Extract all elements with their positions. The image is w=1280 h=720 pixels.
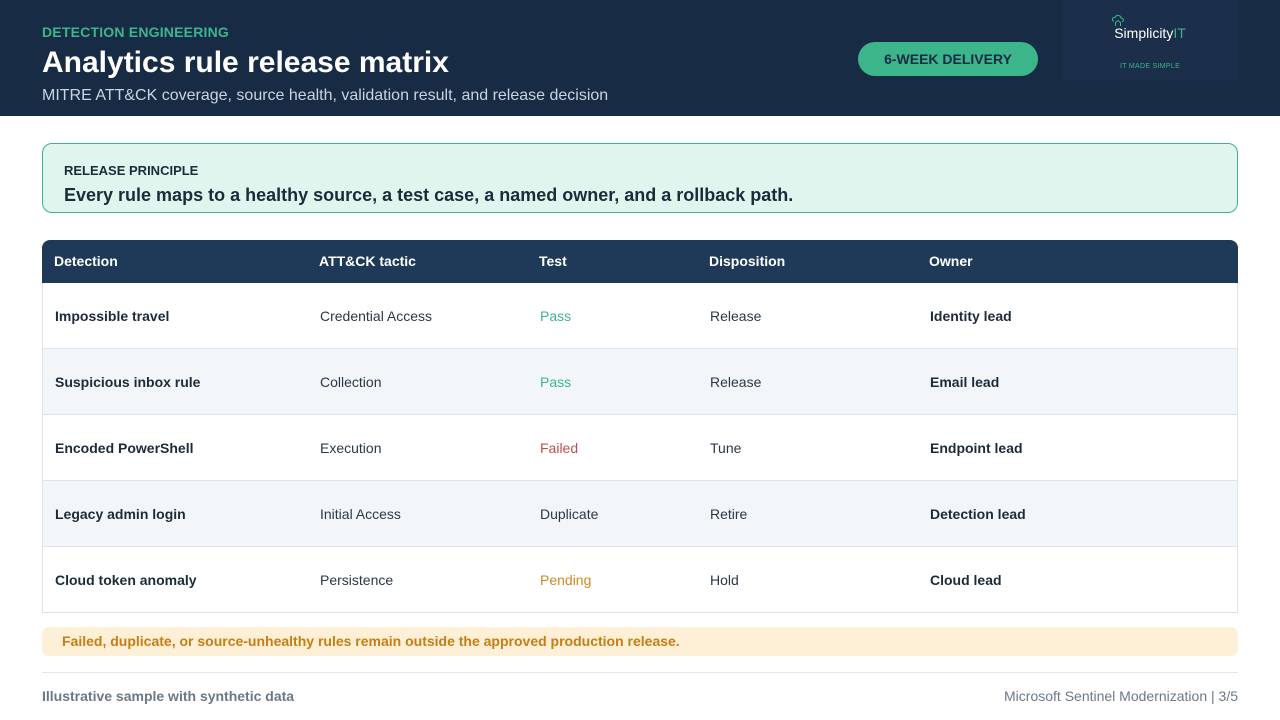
cell-owner: Email lead — [930, 374, 1000, 390]
delivery-badge: 6-WEEK DELIVERY — [858, 42, 1038, 76]
table-row: Legacy admin login Initial Access Duplic… — [42, 481, 1238, 547]
cell-owner: Identity lead — [930, 308, 1012, 324]
header-test: Test — [539, 253, 567, 269]
cell-test-status: Duplicate — [540, 506, 599, 522]
logo-tagline: IT MADE SIMPLE — [1119, 63, 1181, 70]
cell-tactic: Collection — [320, 374, 382, 390]
cell-detection: Encoded PowerShell — [55, 440, 194, 456]
header-detection: Detection — [54, 253, 118, 269]
footer-page-info: Microsoft Sentinel Modernization | 3/5 — [1004, 688, 1238, 704]
table-row: Impossible travel Credential Access Pass… — [42, 283, 1238, 349]
cell-detection: Legacy admin login — [55, 506, 186, 522]
cell-detection: Suspicious inbox rule — [55, 374, 201, 390]
page-title: Analytics rule release matrix — [42, 46, 449, 79]
cell-test-status: Pass — [540, 374, 572, 390]
logo-wordmark: SimplicityIT — [1114, 25, 1186, 41]
table-row: Cloud token anomaly Persistence Pending … — [42, 547, 1238, 613]
cell-disposition: Release — [710, 374, 762, 390]
warning-text: Failed, duplicate, or source-unhealthy r… — [62, 633, 680, 649]
release-warning-banner: Failed, duplicate, or source-unhealthy r… — [42, 627, 1238, 656]
cell-disposition: Retire — [710, 506, 748, 522]
principle-label: RELEASE PRINCIPLE — [64, 163, 199, 178]
header-owner: Owner — [929, 253, 973, 269]
cell-test-status: Failed — [540, 440, 579, 456]
cell-owner: Endpoint lead — [930, 440, 1023, 456]
footer-divider — [42, 672, 1238, 673]
cell-disposition: Release — [710, 308, 762, 324]
cell-disposition: Tune — [710, 440, 742, 456]
company-logo: SimplicityIT IT MADE SIMPLE — [1062, 0, 1238, 80]
section-eyebrow: DETECTION ENGINEERING — [42, 24, 229, 40]
cell-tactic: Initial Access — [320, 506, 401, 522]
header-tactic: ATT&CK tactic — [319, 253, 416, 269]
cell-tactic: Persistence — [320, 572, 394, 588]
table-row: Encoded PowerShell Execution Failed Tune… — [42, 415, 1238, 481]
cell-owner: Cloud lead — [930, 572, 1002, 588]
cell-disposition: Hold — [710, 572, 739, 588]
release-principle-callout: RELEASE PRINCIPLE Every rule maps to a h… — [42, 143, 1238, 213]
cell-tactic: Credential Access — [320, 308, 433, 324]
cell-owner: Detection lead — [930, 506, 1026, 522]
cell-detection: Cloud token anomaly — [55, 572, 197, 588]
principle-text: Every rule maps to a healthy source, a t… — [64, 185, 794, 205]
table-header: Detection ATT&CK tactic Test Disposition… — [42, 240, 1238, 283]
cell-test-status: Pass — [540, 308, 572, 324]
page-subtitle: MITRE ATT&CK coverage, source health, va… — [42, 87, 609, 104]
cell-detection: Impossible travel — [55, 308, 170, 324]
header-bar: DETECTION ENGINEERING Analytics rule rel… — [0, 0, 1280, 116]
header-disposition: Disposition — [709, 253, 786, 269]
table-row: Suspicious inbox rule Collection Pass Re… — [42, 349, 1238, 415]
cell-test-status: Pending — [540, 572, 592, 588]
cell-tactic: Execution — [320, 440, 382, 456]
footer-note: Illustrative sample with synthetic data — [42, 688, 295, 704]
release-matrix-table: Detection ATT&CK tactic Test Disposition… — [42, 240, 1238, 613]
